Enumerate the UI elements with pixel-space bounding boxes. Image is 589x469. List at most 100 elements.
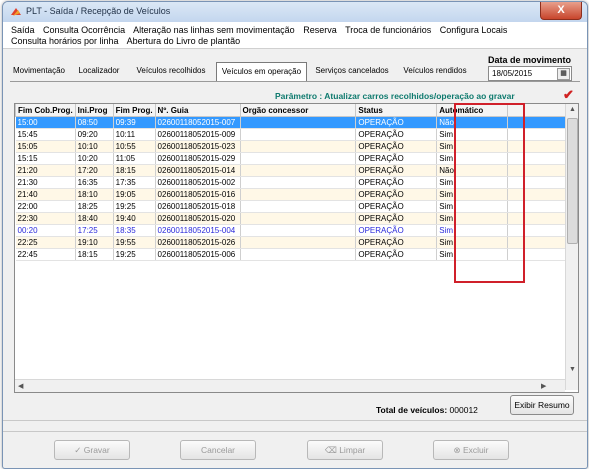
- tab-localizador[interactable]: Localizador: [75, 62, 123, 80]
- cell-status: OPERAÇÃO: [355, 248, 438, 261]
- tab-veiculos-recolhidos[interactable]: Veículos recolhidos: [131, 62, 211, 80]
- cell-fim: 19:25: [113, 248, 156, 261]
- scroll-up-icon[interactable]: ▲: [569, 106, 576, 113]
- excluir-button[interactable]: ⊗ Excluir: [433, 440, 509, 460]
- vertical-scrollbar[interactable]: ▲ ▼: [565, 104, 578, 390]
- cell-fim-cob: 22:30: [15, 212, 76, 225]
- menu-consulta-ocorrencia[interactable]: Consulta Ocorrência: [43, 25, 125, 35]
- exibir-resumo-button[interactable]: Exibir Resumo: [510, 395, 574, 415]
- cell-fim: 10:11: [113, 128, 156, 141]
- col-num-guia[interactable]: Nº. Guia: [154, 104, 241, 117]
- cell-orgao: [240, 188, 357, 201]
- total-vehicles: Total de veículos: 000012: [376, 405, 478, 415]
- menu-row-1: Saída Consulta Ocorrência Alteração nas …: [11, 25, 513, 35]
- tab-movimentacao[interactable]: Movimentação: [11, 62, 67, 80]
- cell-fim: 19:55: [113, 236, 156, 249]
- col-fim-cob-prog[interactable]: Fim Cob.Prog.: [15, 104, 76, 117]
- cell-orgao: [240, 236, 357, 249]
- eraser-icon: ⌫: [324, 445, 340, 455]
- menu-saida[interactable]: Saída: [11, 25, 35, 35]
- cell-guia: 02600118052015-023: [155, 140, 241, 153]
- cell-status: OPERAÇÃO: [355, 152, 438, 165]
- scroll-right-icon[interactable]: ▶: [541, 382, 546, 390]
- cell-orgao: [240, 152, 357, 165]
- excluir-label: Excluir: [462, 445, 489, 455]
- cell-ini: 17:20: [75, 164, 114, 177]
- bottom-separator: [3, 420, 587, 421]
- total-value: 000012: [449, 405, 478, 415]
- cell-orgao: [240, 212, 357, 225]
- cell-guia: 02600118052015-029: [155, 152, 241, 165]
- tab-strip: Movimentação Localizador Veículos recolh…: [3, 49, 587, 89]
- col-orgao-concessor[interactable]: Orgão concessor: [239, 104, 357, 117]
- cell-status: OPERAÇÃO: [355, 236, 438, 249]
- cell-fim-cob: 15:15: [15, 152, 76, 165]
- cell-orgao: [240, 128, 357, 141]
- col-fim-prog[interactable]: Fim Prog.: [112, 104, 156, 117]
- cell-guia: 02600118052015-007: [155, 116, 241, 129]
- scroll-left-icon[interactable]: ◀: [18, 382, 23, 390]
- cell-fim: 11:05: [113, 152, 156, 165]
- calendar-dropdown-icon[interactable]: ▦: [557, 68, 570, 80]
- cell-ini: 18:25: [75, 200, 114, 213]
- title-bar[interactable]: PLT - Saída / Recepção de Veículos X: [3, 2, 587, 22]
- tab-veiculos-rendidos[interactable]: Veículos rendidos: [399, 62, 471, 80]
- limpar-button[interactable]: ⌫ Limpar: [307, 440, 383, 460]
- cell-status: OPERAÇÃO: [355, 224, 438, 237]
- cancelar-button[interactable]: Cancelar: [180, 440, 256, 460]
- cell-guia: 02600118052015-004: [155, 224, 241, 237]
- gravar-button[interactable]: ✓ Gravar: [54, 440, 130, 460]
- cell-fim-cob: 21:30: [15, 176, 76, 189]
- cell-fim-cob: 15:45: [15, 128, 76, 141]
- cell-orgao: [240, 164, 357, 177]
- tab-veiculos-em-operacao[interactable]: Veículos em operação: [216, 62, 307, 82]
- horizontal-scrollbar[interactable]: ◀ ▶: [15, 379, 565, 392]
- col-status[interactable]: Status: [355, 104, 438, 117]
- cell-guia: 02600118052015-006: [155, 248, 241, 261]
- cell-guia: 02600118052015-002: [155, 176, 241, 189]
- vertical-scroll-thumb[interactable]: [567, 118, 578, 244]
- cell-ini: 10:20: [75, 152, 114, 165]
- cell-fim: 18:15: [113, 164, 156, 177]
- limpar-label: Limpar: [339, 445, 366, 455]
- col-ini-prog[interactable]: Ini.Prog: [74, 104, 114, 117]
- cell-fim: 09:39: [113, 116, 156, 129]
- window-title: PLT - Saída / Recepção de Veículos: [26, 6, 171, 16]
- cell-fim: 17:35: [113, 176, 156, 189]
- date-field[interactable]: 18/05/2015 ▦: [488, 66, 572, 81]
- menu-configura-locais[interactable]: Configura Locais: [440, 25, 508, 35]
- cell-ini: 18:10: [75, 188, 114, 201]
- automatico-highlight-box: [454, 103, 525, 283]
- menu-row-2: Consulta horários por linha Abertura do …: [11, 36, 246, 46]
- menu-troca-funcionarios[interactable]: Troca de funcionários: [345, 25, 431, 35]
- cell-fim-cob: 21:40: [15, 188, 76, 201]
- close-button[interactable]: X: [540, 2, 582, 20]
- cell-status: OPERAÇÃO: [355, 188, 438, 201]
- cell-status: OPERAÇÃO: [355, 140, 438, 153]
- cell-fim-cob: 22:45: [15, 248, 76, 261]
- menu-reserva[interactable]: Reserva: [303, 25, 337, 35]
- cell-fim: 10:55: [113, 140, 156, 153]
- cell-status: OPERAÇÃO: [355, 128, 438, 141]
- tab-divider: [10, 81, 580, 82]
- menu-alteracao-linhas[interactable]: Alteração nas linhas sem movimentação: [133, 25, 295, 35]
- menu-abertura-livro[interactable]: Abertura do Livro de plantão: [127, 36, 241, 46]
- cell-fim: 19:25: [113, 200, 156, 213]
- gravar-icon: ✓: [74, 445, 84, 455]
- tab-servicos-cancelados[interactable]: Serviços cancelados: [311, 62, 393, 80]
- cell-ini: 16:35: [75, 176, 114, 189]
- cell-status: OPERAÇÃO: [355, 212, 438, 225]
- cell-status: OPERAÇÃO: [355, 116, 438, 129]
- cell-status: OPERAÇÃO: [355, 176, 438, 189]
- menu-consulta-horarios[interactable]: Consulta horários por linha: [11, 36, 119, 46]
- cell-fim-cob: 22:25: [15, 236, 76, 249]
- cell-fim-cob: 22:00: [15, 200, 76, 213]
- cell-guia: 02600118052015-018: [155, 200, 241, 213]
- scroll-down-icon[interactable]: ▼: [569, 366, 576, 373]
- main-window: PLT - Saída / Recepção de Veículos X Saí…: [2, 1, 588, 469]
- cell-ini: 19:10: [75, 236, 114, 249]
- cell-orgao: [240, 116, 357, 129]
- cell-ini: 18:15: [75, 248, 114, 261]
- cell-orgao: [240, 200, 357, 213]
- menu-bar: Saída Consulta Ocorrência Alteração nas …: [3, 22, 587, 49]
